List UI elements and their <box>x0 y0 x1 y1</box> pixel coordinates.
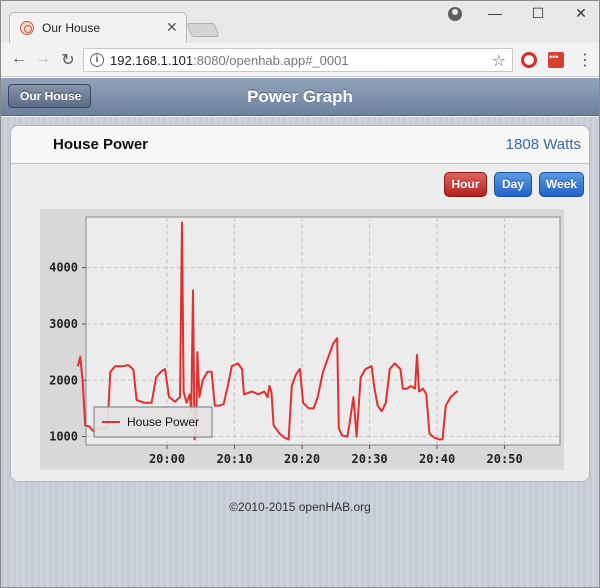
x-tick-label: 20:10 <box>216 452 252 466</box>
reload-icon[interactable]: ↻ <box>58 50 78 70</box>
y-tick-label: 2000 <box>49 373 78 387</box>
item-value: 1808 Watts <box>505 136 581 153</box>
item-panel: House Power 1808 Watts Hour Day Week 20:… <box>10 125 590 482</box>
forward-arrow-icon[interactable]: → <box>33 50 53 68</box>
power-chart: 20:00 20:10 20:20 20:30 20:40 20:50 1000 2000 30… <box>40 209 564 470</box>
content-area: House Power 1808 Watts Hour Day Week 20:… <box>1 117 599 587</box>
x-tick-label: 20:40 <box>419 452 455 466</box>
x-tick-label: 20:20 <box>284 452 320 466</box>
openhab-favicon-icon <box>20 21 34 35</box>
url-host: 192.168.1.101 <box>110 53 194 68</box>
page-title: Power Graph <box>247 87 353 106</box>
day-button[interactable]: Day <box>494 172 532 197</box>
chart-svg: 20:00 20:10 20:20 20:30 20:40 20:50 1000 2000 30… <box>49 216 561 466</box>
y-tick-label: 4000 <box>49 261 78 275</box>
opera-extension-icon[interactable] <box>521 52 537 68</box>
bookmark-star-icon[interactable]: ☆ <box>492 51 506 71</box>
tab-close-icon[interactable]: ✕ <box>166 19 178 36</box>
address-bar[interactable]: i 192.168.1.101:8080/openhab.app#_0001 ☆ <box>83 48 513 72</box>
x-tick-label: 20:50 <box>487 452 523 466</box>
close-window-icon[interactable]: ✕ <box>571 5 591 22</box>
app-header: Our House Power Graph <box>1 78 599 116</box>
new-tab-button[interactable] <box>186 23 220 37</box>
browser-tab[interactable]: Our House ✕ <box>9 12 187 43</box>
legend-label: House Power <box>127 415 199 429</box>
x-tick-label: 20:00 <box>149 452 185 466</box>
x-tick-label: 20:30 <box>352 452 388 466</box>
footer-copyright: ©2010-2015 openHAB.org <box>229 500 371 514</box>
item-label: House Power <box>53 136 149 153</box>
minimize-icon[interactable]: — <box>485 5 505 21</box>
profile-icon[interactable] <box>448 7 462 21</box>
extension-icon[interactable] <box>548 52 564 68</box>
back-arrow-icon[interactable]: ← <box>9 50 29 68</box>
item-row: House Power 1808 Watts <box>11 126 589 164</box>
url-path: :8080/openhab.app#_0001 <box>193 53 349 68</box>
browser-toolbar: ← → ↻ i 192.168.1.101:8080/openhab.app#_… <box>1 43 599 77</box>
y-tick-label: 3000 <box>49 317 78 331</box>
maximize-icon[interactable]: ☐ <box>528 5 548 22</box>
site-info-icon[interactable]: i <box>90 53 104 67</box>
tab-title: Our House <box>42 21 101 35</box>
y-tick-label: 1000 <box>49 430 78 444</box>
hour-button[interactable]: Hour <box>444 172 487 197</box>
browser-menu-icon[interactable]: ⋮ <box>577 50 593 70</box>
title-bar: Our House ✕ — ☐ ✕ <box>1 1 599 43</box>
browser-window: Our House ✕ — ☐ ✕ ← → ↻ i 192.168.1.101:… <box>0 0 600 588</box>
url-text[interactable]: 192.168.1.101:8080/openhab.app#_0001 <box>110 53 349 68</box>
week-button[interactable]: Week <box>539 172 584 197</box>
